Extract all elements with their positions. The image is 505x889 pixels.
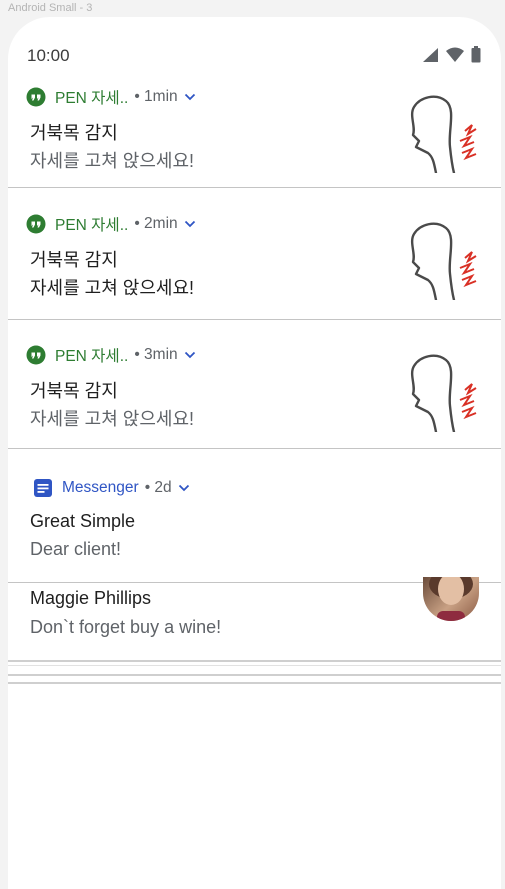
divider <box>8 660 501 662</box>
divider <box>8 682 501 684</box>
app-name: PEN 자세.. <box>55 348 129 365</box>
frame-label: Android Small - 3 <box>8 2 93 14</box>
notification-title: 거북목 감지 <box>30 123 118 143</box>
notification-header: PEN 자세.. • 1min <box>26 87 196 107</box>
notification-title: 거북목 감지 <box>30 250 118 270</box>
signal-icon <box>423 47 438 62</box>
notification-time: • 2d <box>144 479 172 496</box>
app-name: Messenger <box>62 479 139 496</box>
notification-header: PEN 자세.. • 3min <box>26 345 196 365</box>
app-name: PEN 자세.. <box>55 217 129 234</box>
avatar <box>423 577 479 621</box>
notification-header: Messenger • 2d <box>33 478 190 498</box>
quote-bubble-icon <box>26 345 46 365</box>
status-icons <box>422 46 481 63</box>
notification-title: 거북목 감지 <box>30 381 118 401</box>
notification-body: Don`t forget buy a wine! <box>30 617 222 637</box>
notification-body: 자세를 고쳐 앉으세요! <box>30 409 195 429</box>
wifi-icon <box>446 47 464 62</box>
notification-time: • 3min <box>134 346 178 363</box>
phone-screen: 10:00 PEN 자세.. • 1min 거북목 감지 자세를 고쳐 앉으세요… <box>8 17 501 889</box>
status-time: 10:00 <box>27 46 70 65</box>
notification-title: Great Simple <box>30 511 136 531</box>
quote-bubble-icon <box>26 87 46 107</box>
battery-icon <box>471 46 481 63</box>
chevron-down-icon[interactable] <box>184 93 196 101</box>
divider <box>8 674 501 676</box>
notification-time: • 1min <box>134 88 178 105</box>
notification-body: 자세를 고쳐 앉으세요! <box>30 278 195 298</box>
notification-header: PEN 자세.. • 2min <box>26 214 196 234</box>
notification-posture-2[interactable]: PEN 자세.. • 2min 거북목 감지 자세를 고쳐 앉으세요! <box>8 188 501 320</box>
quote-bubble-icon <box>26 214 46 234</box>
chevron-down-icon[interactable] <box>184 351 196 359</box>
divider <box>8 665 501 666</box>
notification-body: Dear client! <box>30 539 122 559</box>
notification-messenger[interactable]: Messenger • 2d Great Simple Dear client! <box>8 449 501 583</box>
chevron-down-icon[interactable] <box>178 484 190 492</box>
status-bar: 10:00 <box>8 17 501 77</box>
posture-head-icon <box>410 354 477 432</box>
notification-posture-3[interactable]: PEN 자세.. • 3min 거북목 감지 자세를 고쳐 앉으세요! <box>8 320 501 449</box>
app-name: PEN 자세.. <box>55 90 129 107</box>
notification-posture-1[interactable]: PEN 자세.. • 1min 거북목 감지 자세를 고쳐 앉으세요! <box>8 77 501 188</box>
notification-time: • 2min <box>134 215 178 232</box>
posture-head-icon <box>410 222 477 300</box>
posture-head-icon <box>410 95 477 173</box>
chevron-down-icon[interactable] <box>184 220 196 228</box>
notification-conversation[interactable]: Maggie Phillips Don`t forget buy a wine! <box>8 577 501 660</box>
notification-title: Maggie Phillips <box>30 588 152 608</box>
message-icon <box>33 478 53 498</box>
notification-body: 자세를 고쳐 앉으세요! <box>30 151 195 171</box>
